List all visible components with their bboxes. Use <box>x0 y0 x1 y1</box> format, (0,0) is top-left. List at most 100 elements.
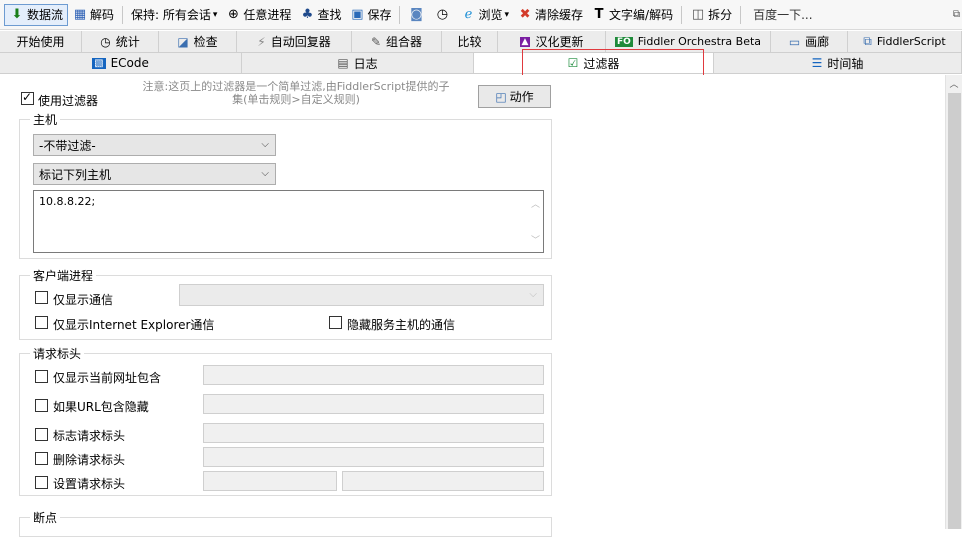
tab-label: 时间轴 <box>827 56 864 71</box>
text-encode-icon: T <box>594 7 604 22</box>
host-filter-select[interactable]: 标记下列主机 ⌵ <box>33 163 276 185</box>
tab-row-secondary: ▧ ECode ▤ 日志 ☑ 过滤器 ☰ 时间轴 <box>0 53 962 74</box>
actions-label: 动作 <box>509 90 534 104</box>
scroll-up-icon[interactable]: ︿ <box>946 75 962 91</box>
url-contains-input[interactable] <box>203 365 544 385</box>
tab-label: 画廊 <box>805 35 830 49</box>
tab-fiddler-orchestra[interactable]: FO Fiddler Orchestra Beta <box>606 31 771 52</box>
save-icon: ▣ <box>351 7 364 22</box>
browse-label: 浏览 <box>478 8 503 22</box>
split-button[interactable]: ◫ 拆分 <box>686 4 736 26</box>
tab-label: FiddlerScript <box>876 35 946 48</box>
hide-if-url-checkbox[interactable] <box>35 398 48 412</box>
stopwatch-icon: ◷ <box>100 34 111 49</box>
show-only-ie-label: 仅显示Internet Explorer通信 <box>53 318 215 332</box>
compose-icon: ✎ <box>370 34 382 49</box>
show-only-traffic-checkbox[interactable] <box>35 290 48 304</box>
inspect-icon: ◪ <box>177 34 189 49</box>
host-list-value: 10.8.8.22; <box>39 195 96 208</box>
tab-ecode[interactable]: ▧ ECode <box>0 53 242 73</box>
set-header-checkbox[interactable] <box>35 475 48 489</box>
tab-label: 比较 <box>457 35 482 49</box>
tab-localization-update[interactable]: ▲ 汉化更新 <box>498 31 606 52</box>
set-header-name-input[interactable] <box>203 471 337 491</box>
host-list-textarea[interactable]: 10.8.8.22; ︿ ﹀ <box>33 190 544 253</box>
tab-label: 日志 <box>353 56 378 71</box>
tab-label: 开始使用 <box>16 35 65 49</box>
show-only-ie-checkbox[interactable] <box>35 315 48 329</box>
tab-autoresponder[interactable]: ⚡ 自动回复器 <box>237 31 352 52</box>
checkbox-icon: ☑ <box>567 56 579 70</box>
flag-header-checkbox[interactable] <box>35 427 48 441</box>
tab-gallery[interactable]: ▭ 画廊 <box>771 31 848 52</box>
delete-header-input[interactable] <box>203 447 544 467</box>
checkbox-unchecked-icon <box>35 428 48 441</box>
toolbar-overflow-icon[interactable]: ⧉ <box>953 9 960 20</box>
dropdown-arrow-icon: ▾ <box>212 9 218 20</box>
bolt-icon: ⚡ <box>257 34 266 49</box>
client-process-title: 客户端进程 <box>30 267 97 284</box>
stream-button[interactable]: ⬇ 数据流 <box>4 3 69 26</box>
scroll-up-icon[interactable]: ︿ <box>531 197 540 210</box>
dropdown-arrow-icon: ▾ <box>504 9 510 20</box>
any-process-label: 任意进程 <box>243 8 292 22</box>
barcode-icon: ▦ <box>73 7 87 22</box>
hide-service-host-checkbox[interactable] <box>329 315 342 329</box>
url-contains-checkbox[interactable] <box>35 369 48 383</box>
text-encode-label: 文字编/解码 <box>609 8 674 22</box>
baidu-search-box[interactable]: 百度一下... <box>749 4 816 26</box>
save-label: 保存 <box>367 8 392 22</box>
tab-statistics[interactable]: ◷ 统计 <box>82 31 159 52</box>
tab-label: 检查 <box>193 35 218 49</box>
keep-sessions-dropdown[interactable]: 保持: 所有会话 ▾ <box>127 4 221 26</box>
tab-filters[interactable]: ☑ 过滤器 <box>474 53 714 73</box>
tab-label: 统计 <box>115 35 140 49</box>
tab-label: 汉化更新 <box>535 35 584 49</box>
find-button[interactable]: ♣ 查找 <box>295 4 345 26</box>
tab-get-started[interactable]: 开始使用 <box>0 31 82 52</box>
split-label: 拆分 <box>708 8 733 22</box>
scroll-down-icon[interactable]: ﹀ <box>531 233 540 246</box>
delete-header-checkbox[interactable] <box>35 451 48 465</box>
update-icon: ▲ <box>519 36 531 47</box>
browse-button[interactable]: ℯ 浏览 ▾ <box>456 4 513 26</box>
filters-note-line: 集(单击规则>自定义规则) <box>232 93 360 106</box>
screenshot-button[interactable]: ◙ <box>404 4 430 26</box>
tab-label: 自动回复器 <box>270 35 331 49</box>
decode-button[interactable]: ▦ 解码 <box>68 4 118 26</box>
panel-scrollbar[interactable]: ︿ <box>945 75 962 529</box>
textarea-scrollbar[interactable]: ︿ ﹀ <box>527 191 543 252</box>
breakpoints-title: 断点 <box>30 509 61 526</box>
ie-icon: ℯ <box>464 7 473 22</box>
tab-fiddlerscript[interactable]: ⧉ FiddlerScript <box>848 31 962 52</box>
checkbox-unchecked-icon <box>35 399 48 412</box>
use-filters-checkbox[interactable] <box>21 90 34 105</box>
set-header-value-input[interactable] <box>342 471 544 491</box>
zone-filter-select[interactable]: -不带过滤- ⌵ <box>33 134 276 156</box>
decode-label: 解码 <box>90 8 115 22</box>
process-select[interactable]: ⌵ <box>179 284 544 306</box>
scrollbar-thumb[interactable] <box>948 93 961 529</box>
flag-header-input[interactable] <box>203 423 544 443</box>
script-icon: ⧉ <box>863 34 872 48</box>
filters-note: 注意:这页上的过滤器是一个简单过滤,由FiddlerScript提供的子 集(单… <box>118 80 474 106</box>
tab-log[interactable]: ▤ 日志 <box>242 53 474 73</box>
save-button[interactable]: ▣ 保存 <box>345 4 395 26</box>
tab-timeline[interactable]: ☰ 时间轴 <box>714 53 962 73</box>
actions-button[interactable]: ◰ 动作 <box>478 85 551 108</box>
tab-composer[interactable]: ✎ 组合器 <box>352 31 442 52</box>
main-toolbar: ⬇ 数据流 ▦ 解码 保持: 所有会话 ▾ ⊕ 任意进程 ♣ 查找 ▣ 保存 ◙… <box>0 0 962 30</box>
hide-if-url-input[interactable] <box>203 394 544 414</box>
tab-inspectors[interactable]: ◪ 检查 <box>159 31 237 52</box>
any-process-button[interactable]: ⊕ 任意进程 <box>221 4 295 26</box>
chevron-down-icon: ⌵ <box>261 139 269 150</box>
request-headers-title: 请求标头 <box>30 345 85 362</box>
clear-cache-button[interactable]: ✖ 清除缓存 <box>513 4 587 26</box>
tab-compare[interactable]: 比较 <box>442 31 498 52</box>
filters-note-line: 注意:这页上的过滤器是一个简单过滤,由FiddlerScript提供的子 <box>142 80 450 93</box>
clear-cache-icon: ✖ <box>519 7 531 22</box>
checkbox-unchecked-icon <box>35 476 48 489</box>
log-icon: ▤ <box>337 56 349 70</box>
timer-button[interactable]: ◷ <box>430 4 456 26</box>
text-encode-button[interactable]: T 文字编/解码 <box>587 4 677 26</box>
